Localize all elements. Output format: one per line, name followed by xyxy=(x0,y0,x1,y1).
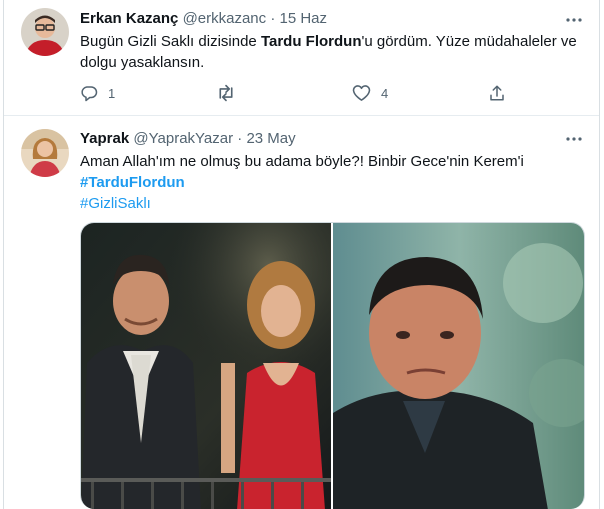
tweet-actions: 1 4 xyxy=(80,84,540,104)
display-name[interactable]: Yaprak xyxy=(80,130,129,147)
hashtag-link[interactable]: #TarduFlordun xyxy=(80,172,580,193)
tweet-header: Erkan Kazanç @erkkazanc · 15 Haz xyxy=(80,10,327,28)
retweet-button[interactable] xyxy=(216,84,246,102)
timestamp[interactable]: 23 May xyxy=(246,130,295,147)
tweet-text: Bugün Gizli Saklı dizisinde Tardu Flordu… xyxy=(80,31,580,73)
reply-button[interactable]: 1 xyxy=(80,84,115,102)
tweet[interactable]: Yaprak @YaprakYazar · 23 May Aman Allah'… xyxy=(4,117,599,509)
media-grid[interactable] xyxy=(80,222,585,509)
tweet-text-body: Aman Allah'ım ne olmuş bu adama böyle?! … xyxy=(80,153,524,170)
reply-icon xyxy=(81,86,98,102)
tweet-header: Yaprak @YaprakYazar · 23 May xyxy=(80,130,296,148)
highlighted-name: Tardu Flordun xyxy=(260,33,362,50)
hashtag-link[interactable]: #GizliSaklı xyxy=(80,193,580,214)
avatar[interactable] xyxy=(21,8,69,56)
like-button[interactable]: 4 xyxy=(352,84,388,102)
share-icon xyxy=(490,85,504,101)
like-icon xyxy=(352,85,371,101)
separator: · xyxy=(237,130,243,147)
tweet-text-start: Bugün Gizli Saklı dizisinde xyxy=(80,33,261,50)
more-icon[interactable] xyxy=(565,130,583,148)
reply-count: 1 xyxy=(108,85,116,101)
handle[interactable]: @erkkazanc xyxy=(183,10,267,27)
retweet-icon xyxy=(219,84,233,102)
timestamp[interactable]: 15 Haz xyxy=(280,10,328,27)
display-name[interactable]: Erkan Kazanç xyxy=(80,10,178,27)
tweet-text: Aman Allah'ım ne olmuş bu adama böyle?! … xyxy=(80,151,580,214)
handle[interactable]: @YaprakYazar xyxy=(133,130,233,147)
photo-left[interactable] xyxy=(81,223,331,509)
separator: · xyxy=(270,10,276,27)
photo-right[interactable] xyxy=(333,223,584,509)
avatar[interactable] xyxy=(21,129,69,177)
more-icon[interactable] xyxy=(565,11,583,29)
tweet[interactable]: Erkan Kazanç @erkkazanc · 15 Haz Bugün G… xyxy=(4,0,599,116)
like-count: 4 xyxy=(381,85,389,101)
share-button[interactable] xyxy=(488,84,506,102)
